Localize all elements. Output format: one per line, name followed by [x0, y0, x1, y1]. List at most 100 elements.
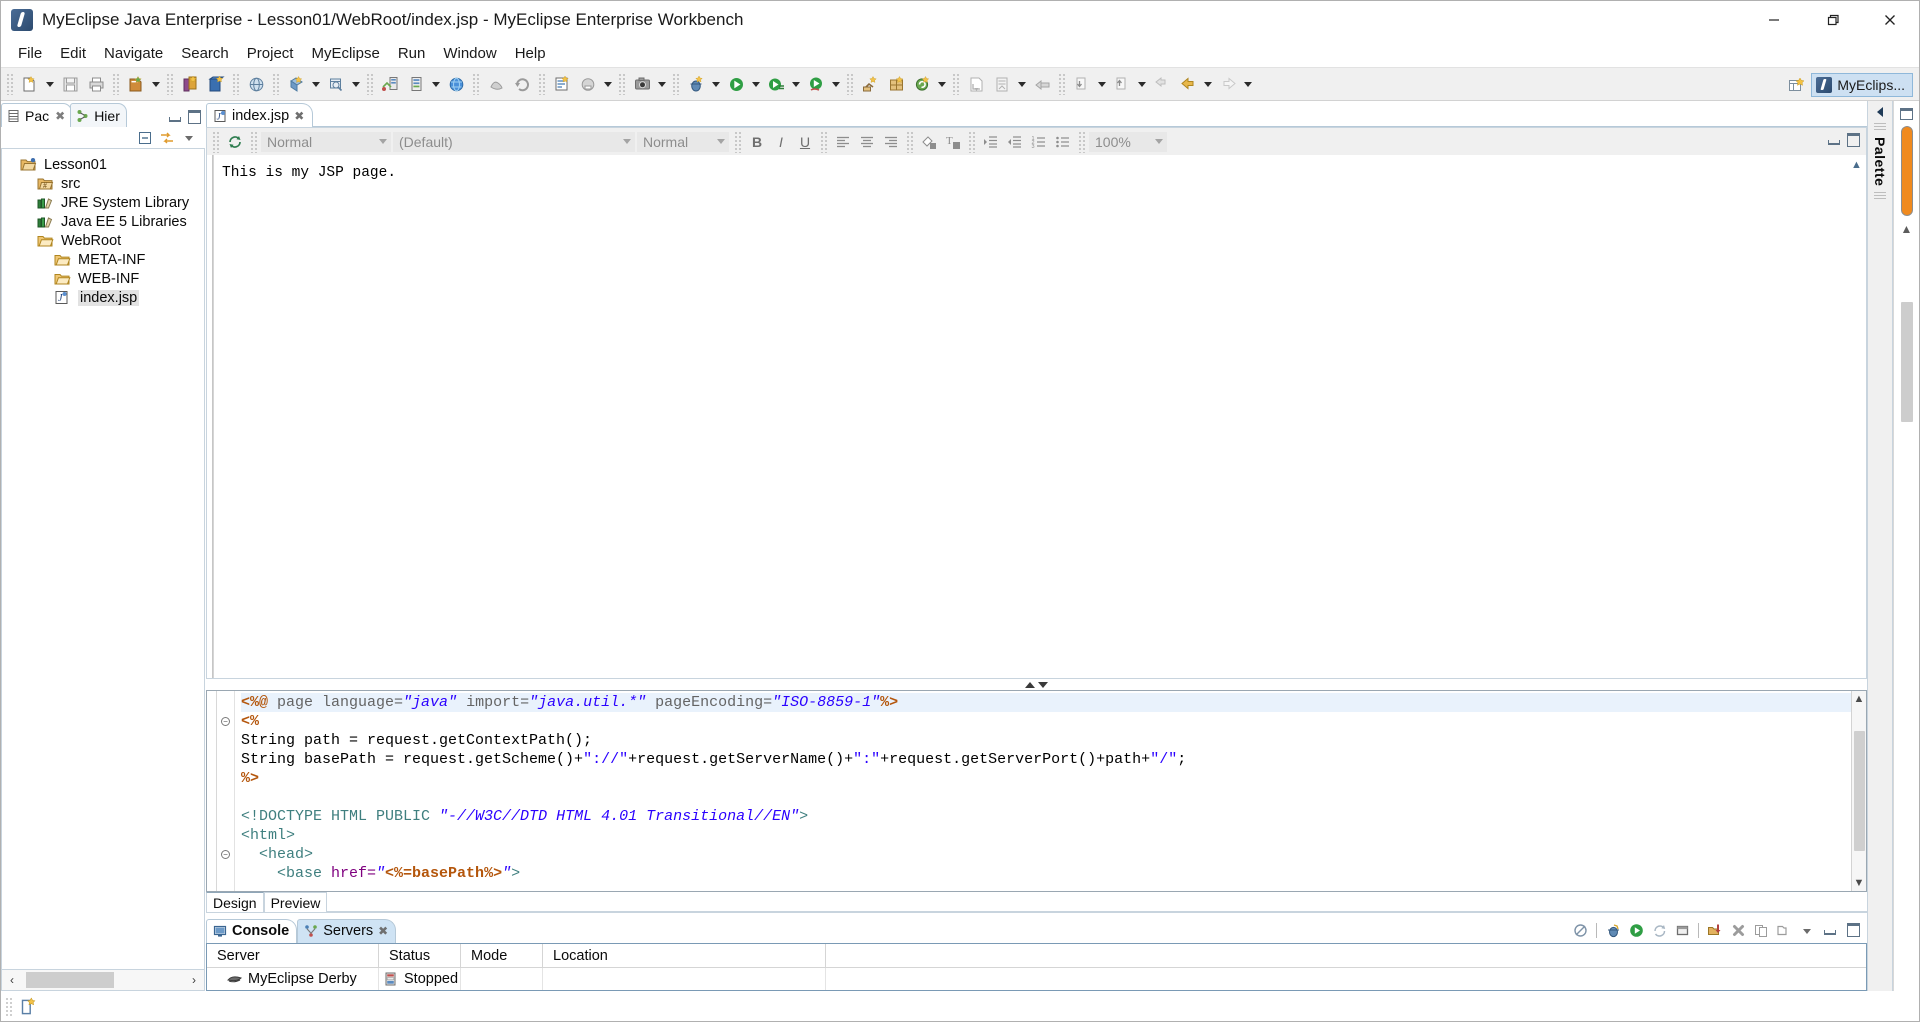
run-button[interactable]	[723, 71, 749, 97]
design-canvas[interactable]: This is my JSP page. ▲	[206, 155, 1867, 679]
sash-up-icon[interactable]	[1025, 681, 1035, 688]
italic-button[interactable]: I	[769, 131, 793, 153]
start-server-icon[interactable]	[1626, 921, 1646, 941]
fold-collapse-icon[interactable]: −	[217, 712, 234, 731]
editor-scroll-thumb[interactable]	[1900, 126, 1913, 216]
new-report-button[interactable]	[549, 71, 575, 97]
previous-annotation-button[interactable]	[1109, 71, 1135, 97]
back-inactive-button[interactable]	[1149, 71, 1175, 97]
toolbar-grip[interactable]	[112, 73, 120, 95]
deploy-button[interactable]	[203, 71, 229, 97]
scroll-track[interactable]	[20, 972, 186, 988]
console-scroll-thumb[interactable]	[1900, 302, 1913, 422]
toolbar-grip[interactable]	[6, 73, 14, 95]
next-annotation-button[interactable]	[1069, 71, 1095, 97]
toolbar-grip[interactable]	[1078, 130, 1086, 153]
scroll-up-icon[interactable]: ▲	[1854, 693, 1865, 705]
chevron-down-icon[interactable]	[43, 71, 57, 97]
minimize-icon[interactable]	[1820, 921, 1840, 941]
code-line[interactable]	[241, 883, 1851, 891]
chevron-down-icon[interactable]	[829, 71, 843, 97]
link-with-editor-icon[interactable]	[159, 130, 175, 146]
code-line[interactable]: <%@ page language="java" import="java.ut…	[241, 693, 1851, 712]
unordered-list-icon[interactable]	[1051, 131, 1075, 153]
tab-package-explorer[interactable]: Pac ✖	[1, 103, 73, 127]
snapshot-button[interactable]	[629, 71, 655, 97]
remove-server-icon[interactable]	[1728, 921, 1748, 941]
tree-item-java-ee-5-libraries[interactable]: Java EE 5 Libraries	[2, 212, 204, 231]
toolbar-grip[interactable]	[472, 73, 480, 95]
tab-index-jsp[interactable]: J index.jsp ✖	[206, 103, 314, 127]
cell-location[interactable]	[543, 967, 826, 990]
server-config-button[interactable]	[377, 71, 403, 97]
menu-item-window[interactable]: Window	[434, 43, 505, 64]
outdent-icon[interactable]	[1003, 131, 1027, 153]
code-line[interactable]: <!DOCTYPE HTML PUBLIC "-//W3C//DTD HTML …	[241, 807, 1851, 826]
debug-server-icon[interactable]	[1603, 921, 1623, 941]
web-preview-button[interactable]	[323, 71, 349, 97]
column-header-server[interactable]: Server	[207, 943, 379, 967]
server-manage-button[interactable]	[403, 71, 429, 97]
new-package-button[interactable]	[883, 71, 909, 97]
toolbar-grip[interactable]	[618, 73, 626, 95]
duplicate-icon[interactable]	[1751, 921, 1771, 941]
chevron-down-icon[interactable]	[429, 71, 443, 97]
toolbar-grip[interactable]	[366, 73, 374, 95]
align-left-icon[interactable]	[831, 131, 855, 153]
fold-collapse-icon[interactable]: −	[217, 845, 234, 864]
restart-server-icon[interactable]	[1649, 921, 1669, 941]
tree-item-web-inf[interactable]: WEB-INF	[2, 269, 204, 288]
perspective-myeclipse-chip[interactable]: MyEclips...	[1811, 73, 1913, 97]
source-vertical-scrollbar[interactable]: ▲ ▼	[1851, 691, 1866, 891]
validate-button[interactable]	[483, 71, 509, 97]
source-code-text[interactable]: <%@ page language="java" import="java.ut…	[235, 691, 1851, 891]
toolbar-grip[interactable]	[212, 130, 220, 153]
tree-horizontal-scrollbar[interactable]: ‹ ›	[1, 969, 205, 991]
chevron-down-icon[interactable]	[1015, 71, 1029, 97]
collapse-all-icon[interactable]	[137, 130, 153, 146]
tab-design[interactable]: Design	[206, 891, 264, 912]
palette-grip[interactable]	[1874, 123, 1886, 131]
chevron-down-icon[interactable]	[655, 71, 669, 97]
palette-grip[interactable]	[1874, 192, 1886, 201]
run-history-button[interactable]	[763, 71, 789, 97]
toolbar-grip[interactable]	[734, 130, 742, 153]
menu-item-file[interactable]: File	[9, 43, 51, 64]
open-folder-icon[interactable]	[1774, 921, 1794, 941]
new-myeclipse-project-button[interactable]	[123, 71, 149, 97]
debug-button[interactable]	[683, 71, 709, 97]
chevron-down-icon[interactable]	[1135, 71, 1149, 97]
text-color-icon[interactable]: T	[941, 131, 965, 153]
tab-servers[interactable]: Servers ✖	[297, 918, 397, 943]
underline-button[interactable]: U	[793, 131, 817, 153]
view-menu-icon[interactable]	[181, 130, 197, 146]
chevron-down-icon[interactable]	[1241, 71, 1255, 97]
servers-table[interactable]: Server Status Mode Location MyEclipse Derby…	[206, 942, 1867, 991]
view-menu-icon[interactable]	[1797, 921, 1817, 941]
column-header-location[interactable]: Location	[543, 943, 826, 967]
open-type-button[interactable]	[963, 71, 989, 97]
menu-item-navigate[interactable]: Navigate	[95, 43, 172, 64]
palette-strip[interactable]: Palette	[1867, 101, 1893, 991]
close-button[interactable]	[1861, 1, 1919, 39]
toolbar-grip[interactable]	[166, 73, 174, 95]
menu-item-run[interactable]: Run	[389, 43, 435, 64]
close-icon[interactable]: ✖	[294, 109, 304, 123]
menu-item-edit[interactable]: Edit	[51, 43, 95, 64]
tree-item-index-jsp[interactable]: Jindex.jsp	[2, 288, 204, 307]
table-body[interactable]: MyEclipse DerbyStoppedMyEclipse TomcatSt…	[207, 967, 1866, 990]
cell-server[interactable]: MyEclipse Derby	[207, 967, 379, 990]
table-row[interactable]: MyEclipse Derby Stopped	[207, 967, 1866, 990]
scroll-up-icon[interactable]: ▲	[1849, 157, 1864, 172]
web-browser-button[interactable]	[243, 71, 269, 97]
menu-item-search[interactable]: Search	[172, 43, 238, 64]
new-java-project-button[interactable]	[857, 71, 883, 97]
toolbar-grip[interactable]	[250, 130, 258, 153]
code-line[interactable]: <html>	[241, 826, 1851, 845]
toolbar-grip[interactable]	[538, 73, 546, 95]
chevron-down-icon[interactable]	[935, 71, 949, 97]
close-icon[interactable]: ✖	[55, 109, 65, 123]
chevron-down-icon[interactable]	[1095, 71, 1109, 97]
tree-item-src[interactable]: # src	[2, 174, 204, 193]
toolbar-grip[interactable]	[820, 130, 828, 153]
